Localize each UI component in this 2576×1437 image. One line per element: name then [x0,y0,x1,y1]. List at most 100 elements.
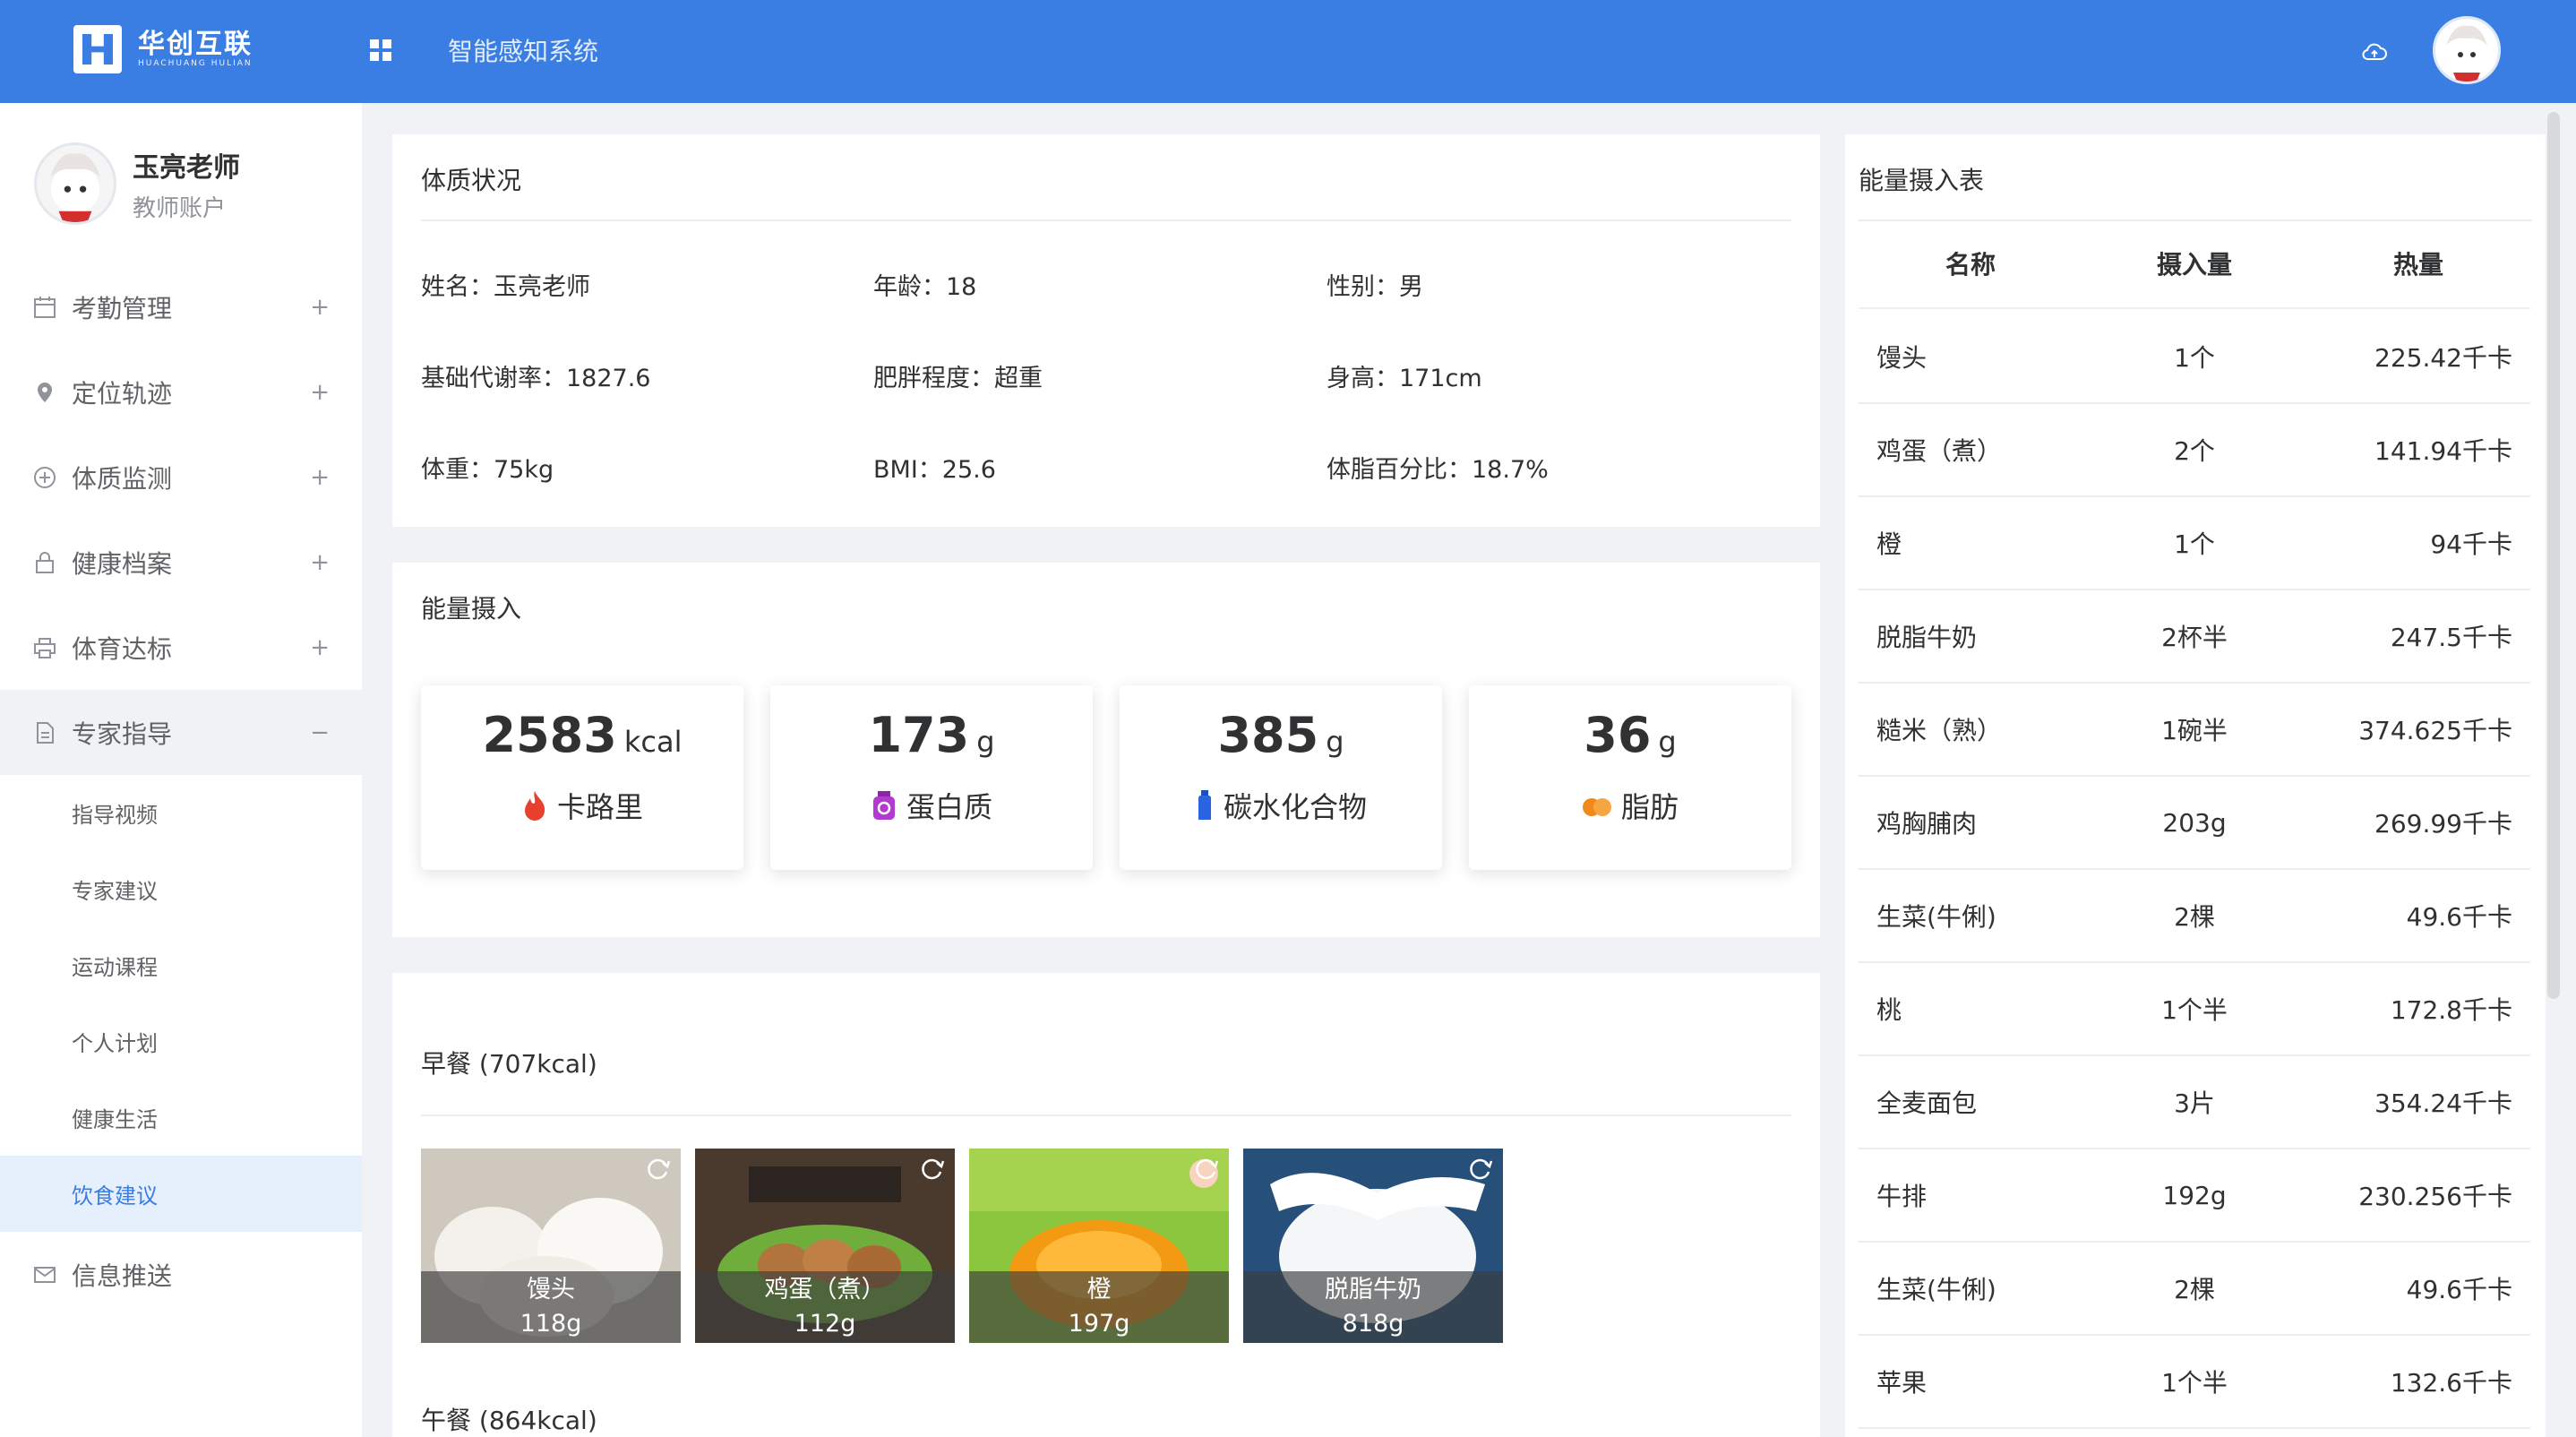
breakfast-title: 早餐 (707kcal) [421,1049,597,1079]
column-header-calories[interactable]: 热量 [2306,245,2530,281]
menu-item-physique[interactable]: 体质监测 + [0,435,362,520]
menu-item-attendance[interactable]: 考勤管理 + [0,264,362,349]
fat-drop-icon [1582,798,1611,816]
info-obesity: 肥胖程度：超重 [873,365,1043,392]
stat-label: 卡路里 [556,790,643,824]
cell-amount: 1个半 [2161,995,2228,1025]
table-row: 鸡胸脯肉 203g 269.99千卡 [1859,777,2530,870]
expand-icon: + [310,378,330,406]
food-card-mantou[interactable]: 馒头 118g [421,1149,681,1343]
flame-icon [524,791,545,821]
info-bmr: 基础代谢率：1827.6 [421,365,651,392]
menu-item-label: 定位轨迹 [72,378,173,409]
cell-name: 脱脂牛奶 [1876,623,1978,652]
printer-icon [32,635,57,660]
menu-item-sports-standard[interactable]: 体育达标 + [0,605,362,690]
food-weight: 112g [794,1310,856,1338]
stat-unit: g [1658,725,1677,759]
user-role: 教师账户 [133,194,227,222]
submenu-item-exercise-course[interactable]: 运动课程 [0,927,362,1003]
cell-name: 牛排 [1876,1182,1928,1211]
menu-item-location[interactable]: 定位轨迹 + [0,349,362,435]
menu-item-label: 专家指导 [72,718,173,749]
menu-item-message-push[interactable]: 信息推送 [0,1232,362,1317]
food-weight: 118g [519,1310,582,1338]
submenu-item-expert-advice[interactable]: 专家建议 [0,851,362,927]
stat-label: 蛋白质 [906,790,992,824]
table-row: 生菜(牛俐) 2棵 49.6千卡 [1859,1243,2530,1336]
expand-icon: + [310,293,330,321]
info-bodyfat: 体脂百分比：18.7% [1327,456,1549,484]
refresh-icon[interactable] [1467,1156,1494,1183]
system-title: 智能感知系统 [448,37,599,66]
stat-card-fat: 36 g 脂肪 [1469,685,1791,870]
cell-calories: 247.5千卡 [2390,623,2512,652]
cell-amount: 2杯半 [2161,623,2228,652]
location-pin-icon [32,380,57,405]
user-name: 玉亮老师 [133,151,240,184]
food-weight: 818g [1342,1310,1404,1338]
column-header-name[interactable]: 名称 [1859,245,2082,281]
top-header: 华创互联 HUACHUANG HULIAN 智能感知系统 [0,0,2576,103]
collapse-icon: − [310,718,330,746]
cell-name: 苹果 [1876,1368,1928,1398]
expand-icon: + [310,633,330,661]
submenu-item-guide-video[interactable]: 指导视频 [0,775,362,851]
table-row: 全麦面包 3片 354.24千卡 [1859,1056,2530,1149]
table-row: 脱脂牛奶 2杯半 247.5千卡 [1859,590,2530,684]
info-gender: 性别：男 [1327,273,1423,301]
side-menu: 考勤管理 + 定位轨迹 + 体质监测 + 健康档案 + 体育达标 + 专家指导 … [0,264,362,1317]
table-row: 生菜(牛俐) 2棵 49.6千卡 [1859,870,2530,963]
refresh-icon[interactable] [919,1156,946,1183]
table-row: 鸡蛋（煮） 2个 141.94千卡 [1859,404,2530,497]
info-height: 身高：171cm [1327,365,1482,392]
cell-name: 鸡蛋（煮） [1876,436,2003,466]
lock-icon [32,550,57,575]
stat-value: 2583 [482,707,617,763]
refresh-icon[interactable] [1193,1156,1220,1183]
stat-label: 碳水化合物 [1223,790,1367,824]
food-name: 脱脂牛奶 [1325,1276,1421,1304]
menu-item-expert-guidance[interactable]: 专家指导 − [0,690,362,775]
protein-jar-icon [872,791,895,820]
submenu-item-diet-advice[interactable]: 饮食建议 [0,1156,362,1232]
expand-icon: + [310,548,330,576]
food-card-orange[interactable]: 橙 197g [969,1149,1229,1343]
cell-amount: 203g [2162,807,2227,838]
food-card-skim-milk[interactable]: 脱脂牛奶 818g [1243,1149,1503,1343]
mail-icon [32,1262,57,1287]
cell-calories: 269.99千卡 [2374,809,2512,839]
cell-calories: 49.6千卡 [2406,1275,2512,1304]
column-header-amount[interactable]: 摄入量 [2082,245,2306,281]
cell-amount: 1个 [2174,529,2215,559]
avatar[interactable] [34,142,116,225]
table-row: 苹果 1个半 132.6千卡 [1859,1336,2530,1429]
document-icon [32,720,57,745]
cell-name: 生菜(牛俐) [1876,902,1996,932]
lunch-title: 午餐 (864kcal) [421,1406,597,1435]
app-grid-icon[interactable] [370,39,391,61]
food-card-egg[interactable]: 鸡蛋（煮） 112g [695,1149,955,1343]
menu-item-health-record[interactable]: 健康档案 + [0,520,362,605]
stat-value: 385 [1217,707,1319,763]
cell-name: 橙 [1876,529,1902,559]
stat-card-protein: 173 g 蛋白质 [770,685,1093,870]
header-avatar[interactable] [2433,16,2501,84]
brand-logo[interactable]: 华创互联 HUACHUANG HULIAN [73,25,253,73]
refresh-icon[interactable] [645,1156,672,1183]
cell-amount: 2个 [2174,436,2215,466]
physique-title: 体质状况 [421,166,522,195]
cell-amount: 2棵 [2174,1275,2215,1304]
user-profile: 玉亮老师 教师账户 [34,142,240,225]
cloud-upload-icon[interactable] [2361,39,2388,65]
stat-label: 脂肪 [1620,790,1679,824]
sidebar: 玉亮老师 教师账户 考勤管理 + 定位轨迹 + 体质监测 + 健康档案 + 体育… [0,103,362,1437]
menu-item-label: 体质监测 [72,463,173,494]
submenu-item-personal-plan[interactable]: 个人计划 [0,1003,362,1080]
cell-amount: 1个半 [2161,1368,2228,1398]
cell-calories: 132.6千卡 [2390,1368,2512,1398]
submenu-item-healthy-living[interactable]: 健康生活 [0,1080,362,1156]
page-scrollbar[interactable] [2547,112,2560,999]
cell-calories: 354.24千卡 [2374,1089,2512,1118]
cell-amount: 1碗半 [2161,716,2228,745]
